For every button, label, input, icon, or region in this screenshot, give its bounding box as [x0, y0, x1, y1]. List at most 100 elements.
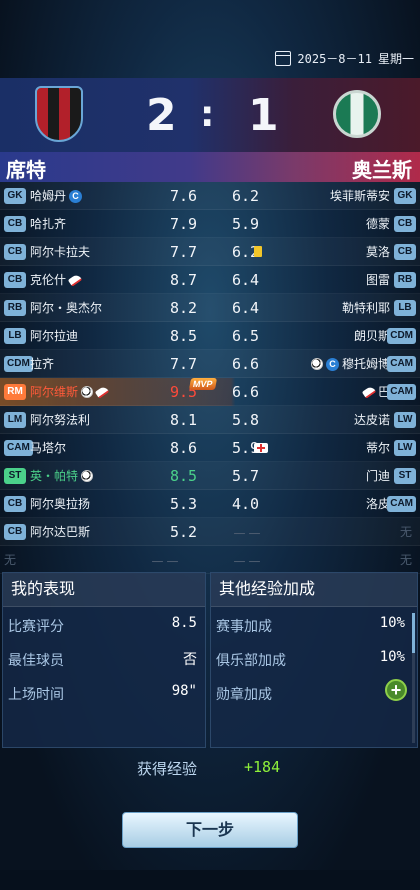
away-player-name: 门迪 [365, 469, 390, 483]
home-player-name: 阿尔拉迪 [30, 329, 79, 343]
home-player-name: 阿尔奥拉扬 [30, 497, 91, 511]
away-player-name: 蒂尔 [365, 441, 390, 455]
away-player-name: 巴 [361, 384, 390, 400]
home-player-name: 阿尔维斯 [30, 384, 110, 400]
bonus-title: 其他经验加成 [211, 573, 417, 607]
score-bar: 2 : 1 [0, 78, 420, 152]
table-row[interactable]: RB 阿尔・奥杰尔 8.2 6.4 勒特利耶 LB [0, 294, 420, 322]
experience-label: 获得经验 [137, 761, 198, 778]
goal-ball-icon [310, 358, 323, 370]
home-player-rating: 8.5 [170, 327, 198, 345]
table-row[interactable]: LM 阿尔努法利 8.1 5.8 达皮诺 LW [0, 406, 420, 434]
away-team-name: 奥兰斯 [352, 160, 412, 182]
home-position-badge: CAM [4, 440, 33, 456]
home-player-rating: 5.3 [170, 495, 198, 513]
next-button[interactable]: 下一步 [122, 812, 298, 848]
home-player-name: 无 [4, 553, 17, 567]
home-player-name: 哈姆丹 C [30, 188, 83, 204]
away-position-badge: ST [394, 468, 416, 484]
injury-icon [254, 443, 268, 453]
away-player-rating: 6.5 [232, 327, 260, 345]
goal-ball-icon [81, 470, 94, 482]
home-position-badge: GK [4, 188, 26, 204]
home-position-badge: ST [4, 468, 26, 484]
table-row[interactable]: ST 英・帕特 8.5 5.7 门迪 ST [0, 462, 420, 490]
home-player-name: 马塔尔 [30, 441, 67, 455]
event-bonus-row: 赛事加成 10% [211, 607, 417, 641]
captain-icon: C [325, 357, 339, 371]
play-time-label: 上场时间 [8, 686, 64, 702]
table-row[interactable]: CB 克伦什 8.7 6.4 图雷 RB [0, 266, 420, 294]
table-row[interactable]: LB 阿尔拉迪 8.5 6.5 朗贝斯 CDM [0, 322, 420, 350]
away-position-badge: GK [394, 188, 416, 204]
player-ratings-table: GK 哈姆丹 C 7.6 6.2 埃菲斯蒂安 GK CB 哈扎齐 7.9 5.9 … [0, 182, 420, 574]
table-row[interactable]: CB 阿尔达巴斯 5.2 －－ 无 [0, 518, 420, 546]
club-bonus-row: 俱乐部加成 10% [211, 641, 417, 675]
my-performance-panel: 我的表现 比赛评分 8.5 最佳球员 否 上场时间 98" [2, 572, 206, 748]
away-player-name: 勒特利耶 [341, 301, 390, 315]
home-player-name: 英・帕特 [30, 468, 94, 484]
away-position-badge: LW [394, 412, 416, 428]
away-position-badge: LW [394, 440, 416, 456]
home-player-rating: 7.7 [170, 355, 198, 373]
match-date: 2025－8－11 [297, 51, 372, 66]
home-position-badge: CB [4, 496, 26, 512]
home-position-badge: RB [4, 300, 26, 316]
home-position-badge: LB [4, 328, 26, 344]
home-score: 2 [146, 90, 177, 141]
play-time-value: 98" [171, 683, 197, 699]
rating-row: 比赛评分 8.5 [3, 607, 205, 641]
scrollbar[interactable] [412, 613, 415, 743]
home-position-badge: RM [4, 384, 26, 400]
date-bar: 2025－8－11 星期一 [275, 44, 414, 72]
bottom-bar [0, 870, 420, 890]
away-player-name: C 穆托姆博 [310, 356, 390, 372]
away-player-name: 德蒙 [365, 217, 390, 231]
table-row[interactable]: CB 阿尔卡拉夫 7.7 6.2 莫洛 CB [0, 238, 420, 266]
captain-icon: C [69, 189, 83, 203]
away-position-badge: CAM [387, 496, 416, 512]
home-crest [35, 86, 83, 142]
home-player-name: 哈扎齐 [30, 217, 67, 231]
home-player-rating: 7.7 [170, 243, 198, 261]
away-player-name: 埃菲斯蒂安 [329, 189, 390, 203]
home-position-badge: LM [4, 412, 26, 428]
event-bonus-value: 10% [379, 615, 405, 631]
table-row[interactable]: CB 哈扎齐 7.9 5.9 德蒙 CB [0, 210, 420, 238]
home-player-rating: 7.6 [170, 187, 198, 205]
home-position-badge: CB [4, 216, 26, 232]
mvp-badge: MVP [188, 378, 217, 390]
table-row[interactable]: CB 阿尔奥拉扬 5.3 4.0 洛皮 CAM [0, 490, 420, 518]
table-row[interactable]: GK 哈姆丹 C 7.6 6.2 埃菲斯蒂安 GK [0, 182, 420, 210]
home-position-badge: CB [4, 272, 26, 288]
away-player-name: 无 [399, 553, 412, 567]
boot-icon [94, 385, 110, 399]
play-time-row: 上场时间 98" [3, 675, 205, 709]
table-row[interactable]: CAM 马塔尔 8.6 5.9 蒂尔 LW [0, 434, 420, 462]
home-player-rating: 8.7 [170, 271, 198, 289]
away-player-rating: 6.2 [232, 187, 260, 205]
home-player-rating: 7.9 [170, 215, 198, 233]
away-player-rating: 6.6 [232, 355, 260, 373]
home-team-name: 席特 [6, 160, 46, 182]
away-player-name: 图雷 [365, 273, 390, 287]
home-player-name: 拉齐 [30, 357, 55, 371]
add-badge-button[interactable]: + [385, 679, 407, 701]
away-player-name: 无 [399, 525, 412, 539]
table-row[interactable]: RM 阿尔维斯 9.5 MVP 6.6 巴 CAM [0, 378, 420, 406]
home-position-badge: CB [4, 524, 26, 540]
away-player-rating: 5.8 [232, 411, 260, 429]
away-player-name: 达皮诺 [353, 413, 390, 427]
badge-bonus-label: 勋章加成 [216, 686, 272, 702]
match-weekday: 星期一 [377, 51, 414, 66]
event-bonus-label: 赛事加成 [216, 618, 272, 634]
away-position-badge: LB [394, 300, 416, 316]
away-position-badge: RB [394, 272, 416, 288]
away-position-badge: CAM [387, 356, 416, 372]
home-player-rating: －－ [150, 553, 181, 571]
calendar-icon [275, 50, 292, 66]
rating-value: 8.5 [171, 615, 197, 631]
experience-value: +184 [244, 758, 281, 776]
club-bonus-label: 俱乐部加成 [216, 652, 286, 668]
table-row[interactable]: CDM 拉齐 7.7 6.6 C 穆托姆博 CAM [0, 350, 420, 378]
